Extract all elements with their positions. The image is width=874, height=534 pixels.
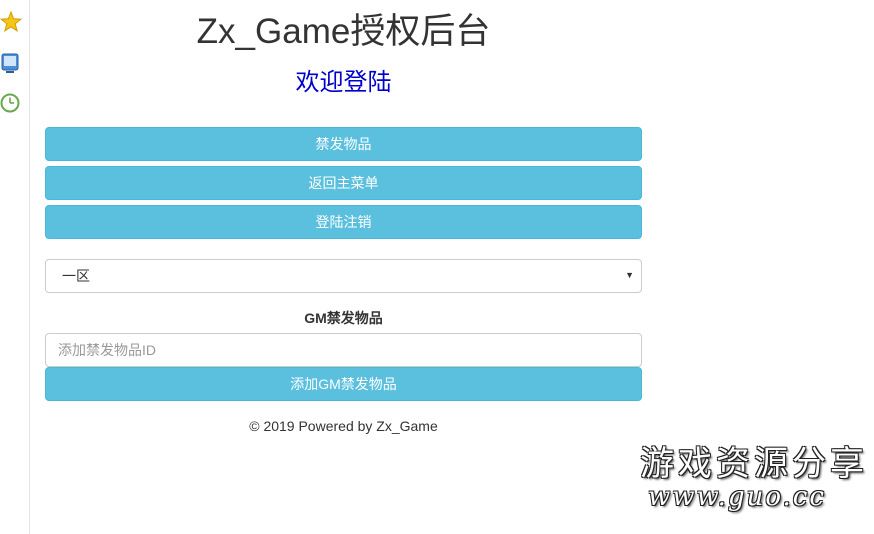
logout-button[interactable]: 登陆注销 bbox=[45, 205, 642, 239]
star-icon[interactable] bbox=[0, 11, 22, 33]
page-title: Zx_Game授权后台 bbox=[196, 12, 491, 51]
back-to-menu-button[interactable]: 返回主菜单 bbox=[45, 166, 642, 200]
browser-sidebar bbox=[0, 0, 30, 534]
add-gm-banned-item-button[interactable]: 添加GM禁发物品 bbox=[45, 367, 642, 401]
monitor-icon[interactable] bbox=[0, 52, 22, 74]
watermark-title: 游戏资源分享 bbox=[640, 444, 868, 484]
page: Zx_Game授权后台 欢迎登陆 禁发物品 返回主菜单 登陆注销 一区 ▼ GM… bbox=[0, 0, 874, 534]
gm-section-label: GM禁发物品 bbox=[304, 310, 383, 326]
page-subtitle: 欢迎登陆 bbox=[295, 69, 392, 96]
clock-icon[interactable] bbox=[0, 92, 22, 114]
server-select-value: 一区 bbox=[62, 268, 90, 284]
server-select[interactable]: 一区 ▼ bbox=[45, 259, 642, 293]
footer-copyright: © 2019 Powered by Zx_Game bbox=[249, 418, 438, 434]
banned-item-id-input[interactable] bbox=[45, 333, 642, 367]
banned-items-button[interactable]: 禁发物品 bbox=[45, 127, 642, 161]
chevron-down-icon: ▼ bbox=[625, 270, 634, 280]
watermark-url: www.guo.cc bbox=[648, 482, 826, 512]
watermark: 游戏资源分享 www.guo.cc bbox=[640, 444, 864, 514]
